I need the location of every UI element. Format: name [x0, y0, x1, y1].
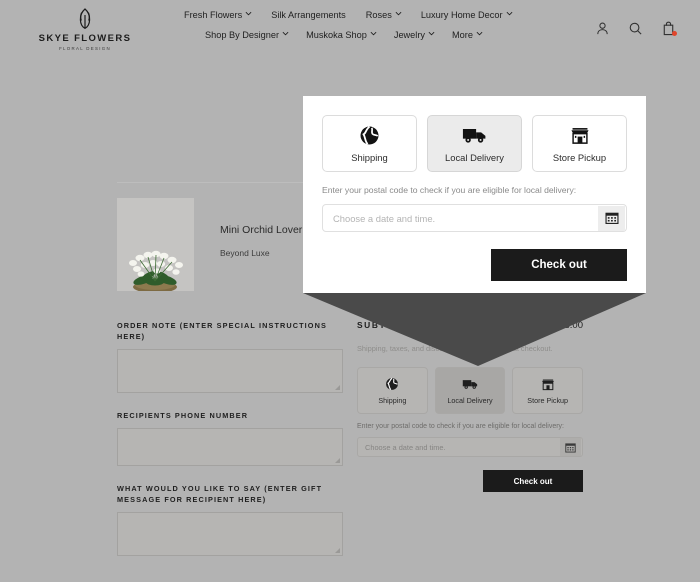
- nav-label: Luxury Home Decor: [420, 10, 503, 20]
- globe-icon: [357, 125, 383, 146]
- modal-datetime-placeholder: Choose a date and time.: [333, 212, 436, 224]
- modal-option-shipping[interactable]: Shipping: [322, 115, 417, 172]
- background-delivery-widget: Shipping Local Delivery Store Pickup Ent…: [357, 367, 584, 492]
- cart-badge-dot: [672, 31, 677, 36]
- modal-delivery-options: Shipping Local Delivery Store Pickup: [322, 115, 627, 172]
- background-option-local-delivery[interactable]: Local Delivery: [434, 367, 506, 414]
- chevron-down-icon: [428, 31, 435, 37]
- chevron-down-icon: [245, 11, 252, 17]
- site-header: SKYE FLOWERS FLORAL DESIGN Fresh Flowers…: [0, 0, 700, 63]
- nav-item-more[interactable]: More: [452, 30, 483, 40]
- modal-delivery-hint: Enter your postal code to check if you a…: [322, 185, 577, 195]
- nav-label: Shop By Designer: [205, 30, 280, 40]
- nav-item-silk-arrangements[interactable]: Silk Arrangements: [271, 10, 346, 20]
- background-option-label: Shipping: [378, 395, 407, 405]
- nav-item-fresh-flowers[interactable]: Fresh Flowers: [184, 10, 252, 20]
- background-delivery-options: Shipping Local Delivery Store Pickup: [357, 367, 584, 414]
- chevron-down-icon: [506, 11, 512, 17]
- delivery-options-modal: Shipping Local Delivery Store Pickup Ent…: [303, 96, 646, 293]
- main-navigation: Fresh Flowers Silk Arrangements Roses Lu…: [182, 10, 542, 40]
- header-icon-group: [595, 21, 677, 36]
- nav-row-2: Shop By Designer Muskoka Shop Jewelry Mo…: [182, 30, 542, 40]
- nav-item-luxury-home-decor[interactable]: Luxury Home Decor: [421, 10, 512, 20]
- storefront-icon: [539, 377, 557, 392]
- cart-line-item: Mini Orchid Lover Beyond Luxe: [117, 198, 302, 291]
- nav-label: Roses: [365, 10, 392, 20]
- recipient-phone-label: RECIPIENTS PHONE NUMBER: [117, 411, 249, 420]
- nav-label: Jewelry: [393, 30, 425, 40]
- nav-label: Silk Arrangements: [271, 10, 346, 20]
- subtotal-row: SUBTOTAL $195.00: [357, 320, 583, 331]
- nav-item-shop-by-designer[interactable]: Shop By Designer: [205, 30, 289, 40]
- background-datetime-input[interactable]: Choose a date and time.: [357, 437, 583, 457]
- background-checkout-button[interactable]: Check out: [483, 470, 583, 492]
- product-info: Mini Orchid Lover Beyond Luxe: [220, 198, 302, 291]
- nav-label: Muskoka Shop: [306, 30, 367, 40]
- calendar-icon[interactable]: [560, 438, 581, 456]
- cart-summary: SUBTOTAL $195.00 Shipping, taxes, and di…: [357, 320, 583, 353]
- search-icon[interactable]: [628, 21, 643, 36]
- calendar-icon[interactable]: [598, 205, 625, 231]
- gift-message-label: WHAT WOULD YOU LIKE TO SAY (ENTER GIFT M…: [117, 484, 323, 504]
- nav-item-jewelry[interactable]: Jewelry: [393, 30, 435, 40]
- account-icon[interactable]: [595, 21, 610, 36]
- page-root: SKYE FLOWERS FLORAL DESIGN Fresh Flowers…: [0, 0, 700, 582]
- globe-icon: [383, 377, 401, 392]
- logo-name: SKYE FLOWERS: [38, 33, 132, 44]
- product-thumbnail[interactable]: [117, 198, 194, 291]
- cart-form-column: ORDER NOTE (ENTER SPECIAL INSTRUCTIONS H…: [117, 320, 343, 556]
- gift-message-textarea[interactable]: [117, 512, 343, 556]
- site-logo[interactable]: SKYE FLOWERS FLORAL DESIGN: [36, 7, 134, 51]
- background-option-label: Store Pickup: [527, 395, 569, 405]
- cart-icon[interactable]: [661, 21, 677, 36]
- subtotal-label: SUBTOTAL: [357, 320, 415, 330]
- chevron-down-icon: [370, 31, 377, 37]
- modal-option-label: Local Delivery: [445, 151, 504, 163]
- nav-label: More: [452, 30, 473, 40]
- background-option-shipping[interactable]: Shipping: [357, 367, 428, 414]
- nav-row-1: Fresh Flowers Silk Arrangements Roses Lu…: [182, 10, 542, 20]
- truck-icon: [462, 125, 488, 146]
- background-delivery-hint: Enter your postal code to check if you a…: [357, 423, 564, 430]
- subtotal-value: $195.00: [548, 320, 583, 331]
- modal-checkout-button[interactable]: Check out: [491, 249, 627, 281]
- chevron-down-icon: [395, 11, 402, 17]
- logo-tagline: FLORAL DESIGN: [59, 46, 111, 51]
- chevron-down-icon: [282, 31, 289, 37]
- checkout-note: Shipping, taxes, and discount codes calc…: [357, 344, 553, 353]
- order-note-label: ORDER NOTE (ENTER SPECIAL INSTRUCTIONS H…: [117, 321, 327, 341]
- truck-icon: [461, 377, 479, 392]
- orchid-photo: [129, 250, 183, 291]
- order-note-textarea[interactable]: [117, 349, 343, 393]
- modal-option-local-delivery[interactable]: Local Delivery: [427, 115, 522, 172]
- background-checkout-label: Check out: [513, 476, 553, 486]
- chevron-down-icon: [476, 31, 483, 37]
- modal-option-label: Shipping: [351, 151, 388, 163]
- nav-item-muskoka-shop[interactable]: Muskoka Shop: [306, 30, 377, 40]
- nav-item-roses[interactable]: Roses: [365, 10, 402, 20]
- nav-label: Fresh Flowers: [184, 10, 243, 20]
- tulip-icon: [74, 7, 96, 30]
- modal-datetime-input[interactable]: Choose a date and time.: [322, 204, 627, 232]
- background-option-label: Local Delivery: [447, 395, 493, 405]
- storefront-icon: [567, 125, 593, 146]
- product-vendor: Beyond Luxe: [220, 248, 270, 258]
- product-title: Mini Orchid Lover: [220, 224, 303, 236]
- modal-option-store-pickup[interactable]: Store Pickup: [532, 115, 627, 172]
- background-datetime-placeholder: Choose a date and time.: [365, 442, 446, 452]
- modal-checkout-label: Check out: [531, 259, 587, 271]
- modal-option-label: Store Pickup: [552, 151, 607, 163]
- background-option-store-pickup[interactable]: Store Pickup: [512, 367, 584, 414]
- recipient-phone-input[interactable]: [117, 428, 343, 466]
